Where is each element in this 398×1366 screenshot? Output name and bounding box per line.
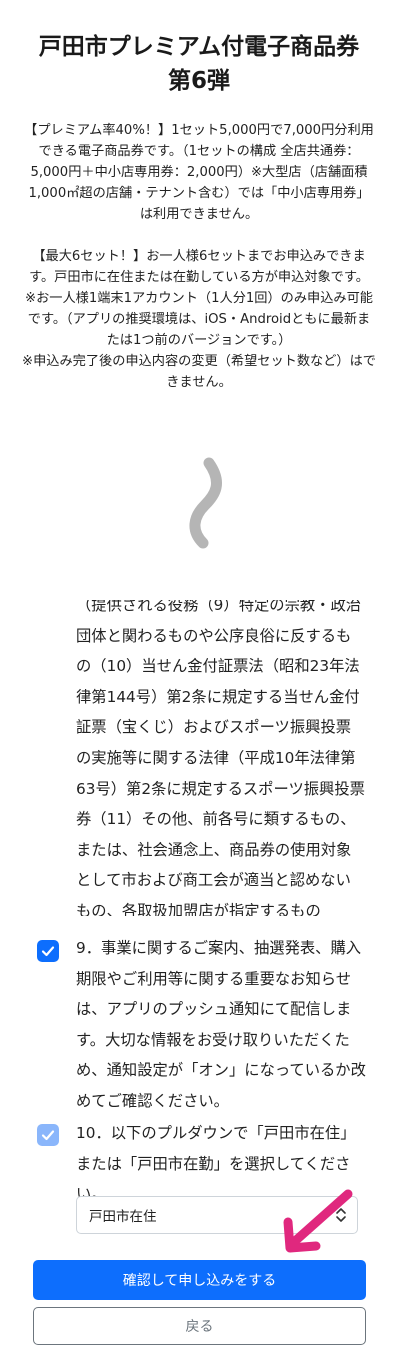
- page-title-line2: 第6弾: [167, 68, 230, 94]
- intro-paragraph-no-change: ※申込み完了後の申込内容の変更（希望セット数など）はできません。: [22, 354, 376, 390]
- page-title-line1: 戸田市プレミアム付電子商品券: [38, 34, 360, 60]
- agreement-item-9-text: 9．事業に関するご案内、抽選発表、購入期限やご利用等に関する重要なお知らせは、ア…: [76, 939, 366, 1110]
- checkmark-icon: [41, 946, 55, 957]
- intro-description: 【プレミアム率40%！】1セット5,000円で7,000円分利用できる電子商品券…: [22, 120, 376, 393]
- checkmark-icon: [41, 1130, 55, 1141]
- pointer-arrow-icon: [283, 1189, 353, 1253]
- terms-scroll-area[interactable]: （提供される役務（9）特定の宗教・政治団体と関わるものや公序良俗に反するもの（1…: [76, 600, 366, 916]
- back-button[interactable]: 戻る: [33, 1307, 366, 1345]
- agree-checkbox-9[interactable]: [37, 940, 59, 962]
- residence-select-value: 戸田市在住: [89, 1209, 157, 1225]
- intro-paragraph-premium: 【プレミアム率40%！】1セット5,000円で7,000円分利用できる電子商品券…: [24, 123, 374, 222]
- loading-squiggle-icon: [189, 457, 222, 549]
- confirm-apply-button[interactable]: 確認して申し込みをする: [33, 1260, 366, 1300]
- intro-paragraph-one-account: ※お一人様1端末1アカウント（1人分1回）のみ申込み可能です。（アプリの推奨環境…: [25, 291, 373, 348]
- intro-paragraph-max-sets: 【最大6セット！】お一人様6セットまでお申込みできます。戸田市に在住または在勤し…: [29, 249, 369, 285]
- agree-checkbox-10[interactable]: [37, 1124, 59, 1146]
- page-title: 戸田市プレミアム付電子商品券 第6弾: [0, 30, 398, 98]
- terms-text: （提供される役務（9）特定の宗教・政治団体と関わるものや公序良俗に反するもの（1…: [76, 600, 365, 916]
